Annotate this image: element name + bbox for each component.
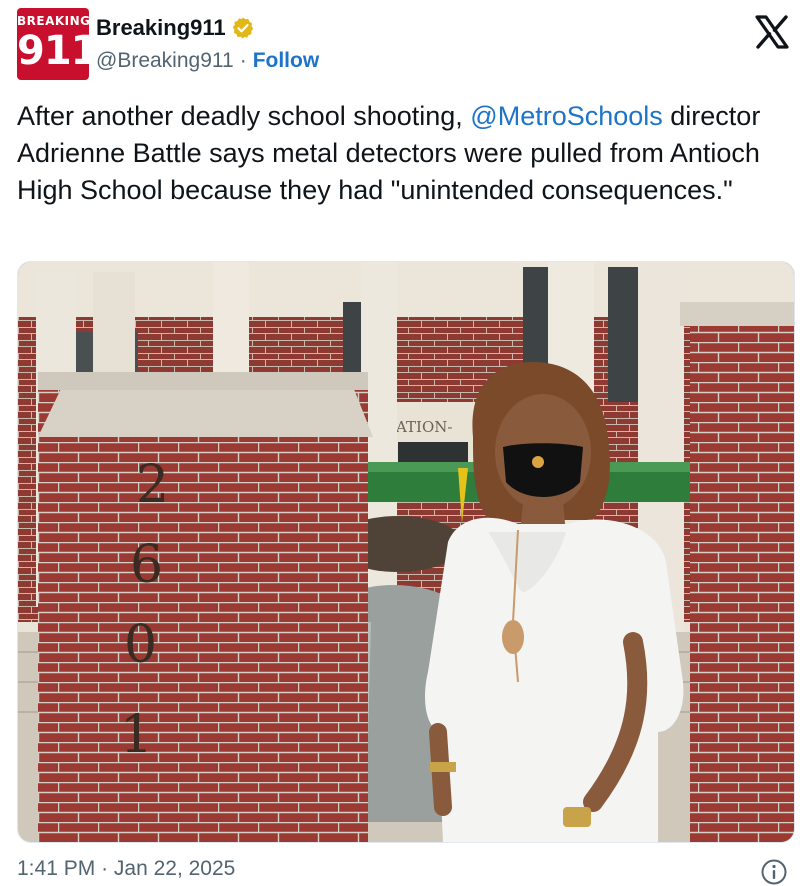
tweet-text-before: After another deadly school shooting, [17,101,471,131]
handle-row: @Breaking911 · Follow [96,47,319,75]
tweet-date: Jan 22, 2025 [113,857,236,880]
info-icon[interactable] [760,858,788,886]
photo-illustration: ATION- 2 6 0 1 [18,262,794,842]
address-digit-2: 6 [130,535,163,595]
follow-button[interactable]: Follow [253,49,320,73]
avatar[interactable]: BREAKING 911 [17,8,89,80]
address-digit-3: 0 [124,615,157,675]
tweet-time: 1:41 PM [17,857,96,880]
x-logo-icon[interactable] [752,12,792,52]
avatar-number: 911 [17,28,89,74]
tweet-photo[interactable]: ATION- 2 6 0 1 [17,261,795,843]
tweet-header: BREAKING 911 Breaking911 @Breaking911 · … [0,0,800,90]
tweet-text: After another deadly school shooting, @M… [17,98,783,209]
name-row: Breaking911 [96,13,255,43]
address-digit-4: 1 [120,705,153,765]
address-digit-1: 2 [136,455,169,515]
mention-link[interactable]: @MetroSchools [470,101,662,131]
building-sign: ATION- [395,418,452,436]
handle[interactable]: @Breaking911 [96,49,234,73]
display-name[interactable]: Breaking911 [96,15,226,41]
avatar-top-text: BREAKING [17,14,89,28]
timestamp-separator: · [101,857,109,880]
verified-badge-icon [232,17,253,39]
timestamp[interactable]: 1:41 PM · Jan 22, 2025 [17,857,235,881]
separator-dot: · [239,49,247,72]
